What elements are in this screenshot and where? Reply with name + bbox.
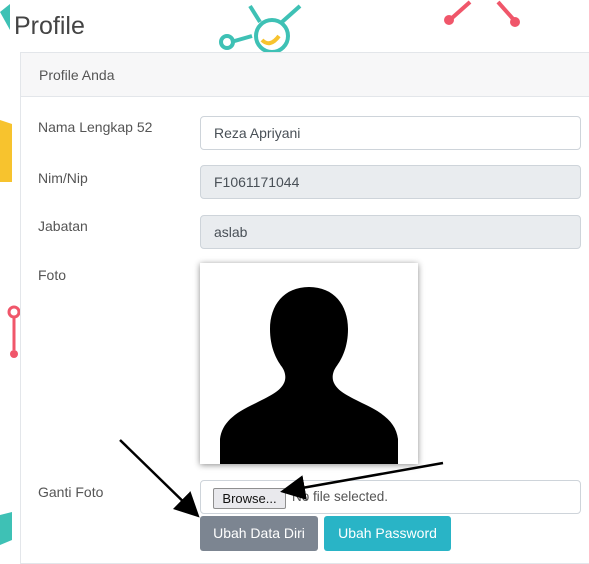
card-header: Profile Anda	[21, 53, 589, 97]
ubah-password-button[interactable]: Ubah Password	[324, 516, 451, 551]
page-title: Profile	[14, 12, 85, 40]
profile-photo	[200, 263, 418, 464]
file-status: No file selected.	[292, 489, 389, 504]
jabatan-label: Jabatan	[38, 218, 88, 234]
avatar-silhouette-icon	[220, 287, 398, 464]
foto-label: Foto	[38, 267, 67, 283]
ubah-data-diri-button[interactable]: Ubah Data Diri	[200, 516, 318, 551]
browse-button[interactable]: Browse...	[213, 488, 286, 509]
nim-input: F1061171044	[200, 165, 581, 199]
jabatan-input: aslab	[200, 215, 581, 249]
nama-label: Nama Lengkap 52	[38, 119, 153, 135]
nim-label: Nim/Nip	[38, 170, 88, 186]
ganti-foto-label: Ganti Foto	[38, 484, 104, 500]
photo-file-input[interactable]: Browse... No file selected.	[200, 480, 581, 514]
nama-input[interactable]: Reza Apriyani	[200, 116, 581, 150]
